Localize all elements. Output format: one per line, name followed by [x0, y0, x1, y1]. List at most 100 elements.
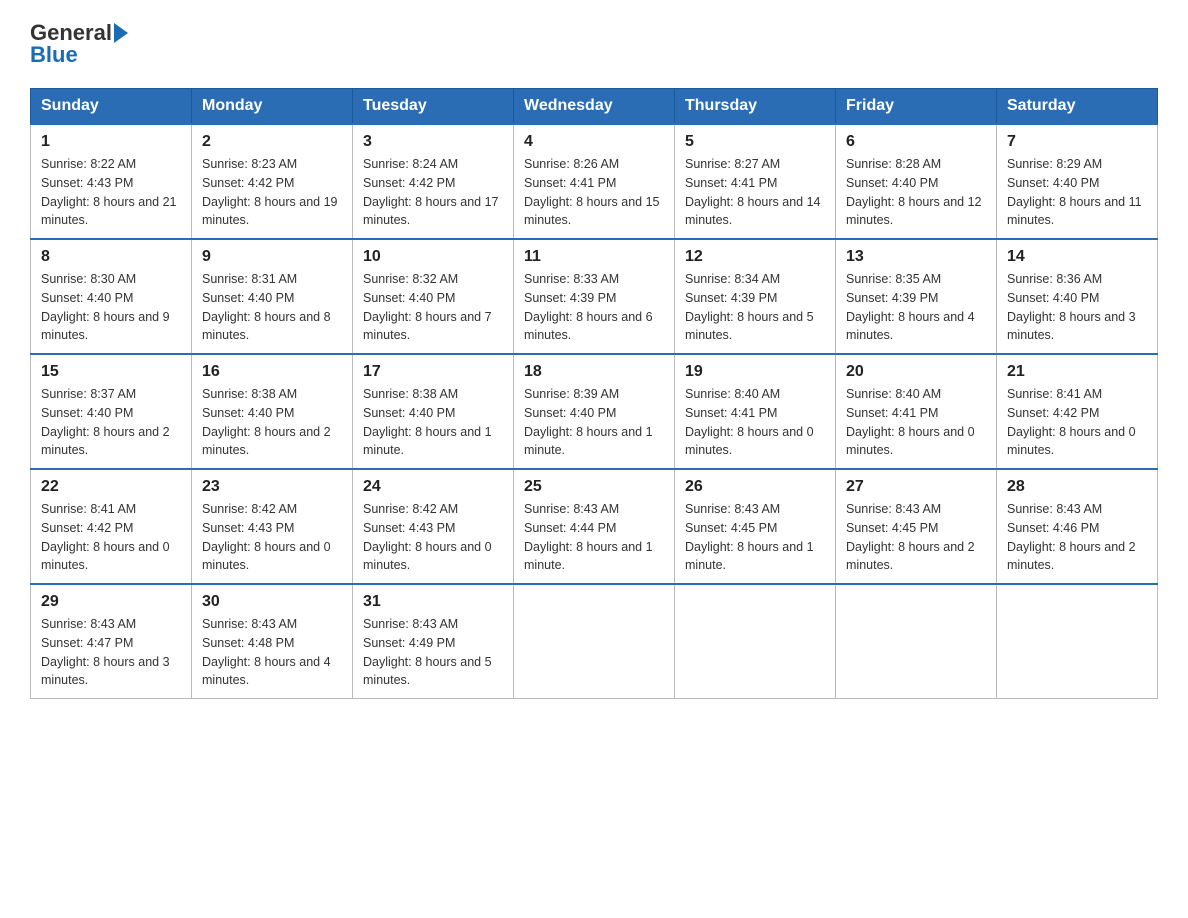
day-info: Sunrise: 8:40 AMSunset: 4:41 PMDaylight:… — [685, 387, 814, 457]
day-number: 22 — [41, 478, 181, 496]
day-number: 17 — [363, 363, 503, 381]
calendar-cell: 29 Sunrise: 8:43 AMSunset: 4:47 PMDaylig… — [31, 584, 192, 699]
day-number: 12 — [685, 248, 825, 266]
day-info: Sunrise: 8:29 AMSunset: 4:40 PMDaylight:… — [1007, 157, 1142, 227]
calendar-cell: 6 Sunrise: 8:28 AMSunset: 4:40 PMDayligh… — [836, 124, 997, 239]
day-number: 5 — [685, 133, 825, 151]
day-number: 4 — [524, 133, 664, 151]
day-number: 15 — [41, 363, 181, 381]
calendar-cell: 15 Sunrise: 8:37 AMSunset: 4:40 PMDaylig… — [31, 354, 192, 469]
day-number: 21 — [1007, 363, 1147, 381]
day-info: Sunrise: 8:32 AMSunset: 4:40 PMDaylight:… — [363, 272, 492, 342]
calendar-cell — [997, 584, 1158, 699]
day-number: 19 — [685, 363, 825, 381]
day-info: Sunrise: 8:43 AMSunset: 4:48 PMDaylight:… — [202, 617, 331, 687]
day-info: Sunrise: 8:30 AMSunset: 4:40 PMDaylight:… — [41, 272, 170, 342]
calendar-cell: 7 Sunrise: 8:29 AMSunset: 4:40 PMDayligh… — [997, 124, 1158, 239]
day-info: Sunrise: 8:24 AMSunset: 4:42 PMDaylight:… — [363, 157, 499, 227]
day-number: 20 — [846, 363, 986, 381]
day-number: 3 — [363, 133, 503, 151]
day-number: 27 — [846, 478, 986, 496]
day-number: 16 — [202, 363, 342, 381]
day-number: 30 — [202, 593, 342, 611]
day-info: Sunrise: 8:43 AMSunset: 4:46 PMDaylight:… — [1007, 502, 1136, 572]
calendar-cell — [514, 584, 675, 699]
calendar-cell: 3 Sunrise: 8:24 AMSunset: 4:42 PMDayligh… — [353, 124, 514, 239]
day-info: Sunrise: 8:33 AMSunset: 4:39 PMDaylight:… — [524, 272, 653, 342]
weekday-header-wednesday: Wednesday — [514, 89, 675, 125]
day-number: 25 — [524, 478, 664, 496]
calendar-cell: 11 Sunrise: 8:33 AMSunset: 4:39 PMDaylig… — [514, 239, 675, 354]
calendar-cell: 5 Sunrise: 8:27 AMSunset: 4:41 PMDayligh… — [675, 124, 836, 239]
day-info: Sunrise: 8:31 AMSunset: 4:40 PMDaylight:… — [202, 272, 331, 342]
day-number: 6 — [846, 133, 986, 151]
day-number: 9 — [202, 248, 342, 266]
day-number: 7 — [1007, 133, 1147, 151]
day-number: 31 — [363, 593, 503, 611]
week-row-2: 8 Sunrise: 8:30 AMSunset: 4:40 PMDayligh… — [31, 239, 1158, 354]
day-number: 8 — [41, 248, 181, 266]
calendar-cell: 18 Sunrise: 8:39 AMSunset: 4:40 PMDaylig… — [514, 354, 675, 469]
day-info: Sunrise: 8:27 AMSunset: 4:41 PMDaylight:… — [685, 157, 821, 227]
day-number: 23 — [202, 478, 342, 496]
day-info: Sunrise: 8:35 AMSunset: 4:39 PMDaylight:… — [846, 272, 975, 342]
calendar-cell: 1 Sunrise: 8:22 AMSunset: 4:43 PMDayligh… — [31, 124, 192, 239]
day-info: Sunrise: 8:40 AMSunset: 4:41 PMDaylight:… — [846, 387, 975, 457]
weekday-header-thursday: Thursday — [675, 89, 836, 125]
weekday-header-saturday: Saturday — [997, 89, 1158, 125]
day-info: Sunrise: 8:43 AMSunset: 4:44 PMDaylight:… — [524, 502, 653, 572]
day-number: 13 — [846, 248, 986, 266]
calendar-cell — [675, 584, 836, 699]
header: General Blue — [30, 20, 1158, 68]
day-number: 29 — [41, 593, 181, 611]
calendar-cell: 16 Sunrise: 8:38 AMSunset: 4:40 PMDaylig… — [192, 354, 353, 469]
calendar-cell: 27 Sunrise: 8:43 AMSunset: 4:45 PMDaylig… — [836, 469, 997, 584]
calendar-cell: 31 Sunrise: 8:43 AMSunset: 4:49 PMDaylig… — [353, 584, 514, 699]
logo: General Blue — [30, 20, 128, 68]
calendar-cell: 30 Sunrise: 8:43 AMSunset: 4:48 PMDaylig… — [192, 584, 353, 699]
calendar-cell: 19 Sunrise: 8:40 AMSunset: 4:41 PMDaylig… — [675, 354, 836, 469]
calendar-cell: 14 Sunrise: 8:36 AMSunset: 4:40 PMDaylig… — [997, 239, 1158, 354]
day-info: Sunrise: 8:43 AMSunset: 4:49 PMDaylight:… — [363, 617, 492, 687]
day-info: Sunrise: 8:38 AMSunset: 4:40 PMDaylight:… — [363, 387, 492, 457]
day-info: Sunrise: 8:38 AMSunset: 4:40 PMDaylight:… — [202, 387, 331, 457]
day-info: Sunrise: 8:41 AMSunset: 4:42 PMDaylight:… — [41, 502, 170, 572]
day-number: 26 — [685, 478, 825, 496]
calendar-cell — [836, 584, 997, 699]
calendar-cell: 28 Sunrise: 8:43 AMSunset: 4:46 PMDaylig… — [997, 469, 1158, 584]
day-info: Sunrise: 8:37 AMSunset: 4:40 PMDaylight:… — [41, 387, 170, 457]
calendar-cell: 25 Sunrise: 8:43 AMSunset: 4:44 PMDaylig… — [514, 469, 675, 584]
calendar-cell: 2 Sunrise: 8:23 AMSunset: 4:42 PMDayligh… — [192, 124, 353, 239]
calendar-cell: 8 Sunrise: 8:30 AMSunset: 4:40 PMDayligh… — [31, 239, 192, 354]
calendar-cell: 24 Sunrise: 8:42 AMSunset: 4:43 PMDaylig… — [353, 469, 514, 584]
day-info: Sunrise: 8:28 AMSunset: 4:40 PMDaylight:… — [846, 157, 982, 227]
day-number: 10 — [363, 248, 503, 266]
calendar-cell: 21 Sunrise: 8:41 AMSunset: 4:42 PMDaylig… — [997, 354, 1158, 469]
weekday-header-sunday: Sunday — [31, 89, 192, 125]
day-info: Sunrise: 8:34 AMSunset: 4:39 PMDaylight:… — [685, 272, 814, 342]
weekday-header-row: SundayMondayTuesdayWednesdayThursdayFrid… — [31, 89, 1158, 125]
weekday-header-monday: Monday — [192, 89, 353, 125]
day-number: 14 — [1007, 248, 1147, 266]
logo-arrow-icon — [114, 23, 128, 43]
calendar-cell: 26 Sunrise: 8:43 AMSunset: 4:45 PMDaylig… — [675, 469, 836, 584]
day-info: Sunrise: 8:42 AMSunset: 4:43 PMDaylight:… — [202, 502, 331, 572]
calendar-cell: 4 Sunrise: 8:26 AMSunset: 4:41 PMDayligh… — [514, 124, 675, 239]
day-info: Sunrise: 8:26 AMSunset: 4:41 PMDaylight:… — [524, 157, 660, 227]
day-info: Sunrise: 8:22 AMSunset: 4:43 PMDaylight:… — [41, 157, 177, 227]
day-info: Sunrise: 8:23 AMSunset: 4:42 PMDaylight:… — [202, 157, 338, 227]
calendar-table: SundayMondayTuesdayWednesdayThursdayFrid… — [30, 88, 1158, 699]
day-info: Sunrise: 8:43 AMSunset: 4:45 PMDaylight:… — [685, 502, 814, 572]
day-number: 28 — [1007, 478, 1147, 496]
calendar-cell: 22 Sunrise: 8:41 AMSunset: 4:42 PMDaylig… — [31, 469, 192, 584]
calendar-cell: 12 Sunrise: 8:34 AMSunset: 4:39 PMDaylig… — [675, 239, 836, 354]
day-number: 1 — [41, 133, 181, 151]
calendar-cell: 10 Sunrise: 8:32 AMSunset: 4:40 PMDaylig… — [353, 239, 514, 354]
calendar-cell: 23 Sunrise: 8:42 AMSunset: 4:43 PMDaylig… — [192, 469, 353, 584]
calendar-cell: 9 Sunrise: 8:31 AMSunset: 4:40 PMDayligh… — [192, 239, 353, 354]
week-row-1: 1 Sunrise: 8:22 AMSunset: 4:43 PMDayligh… — [31, 124, 1158, 239]
day-number: 2 — [202, 133, 342, 151]
week-row-3: 15 Sunrise: 8:37 AMSunset: 4:40 PMDaylig… — [31, 354, 1158, 469]
week-row-5: 29 Sunrise: 8:43 AMSunset: 4:47 PMDaylig… — [31, 584, 1158, 699]
day-info: Sunrise: 8:39 AMSunset: 4:40 PMDaylight:… — [524, 387, 653, 457]
